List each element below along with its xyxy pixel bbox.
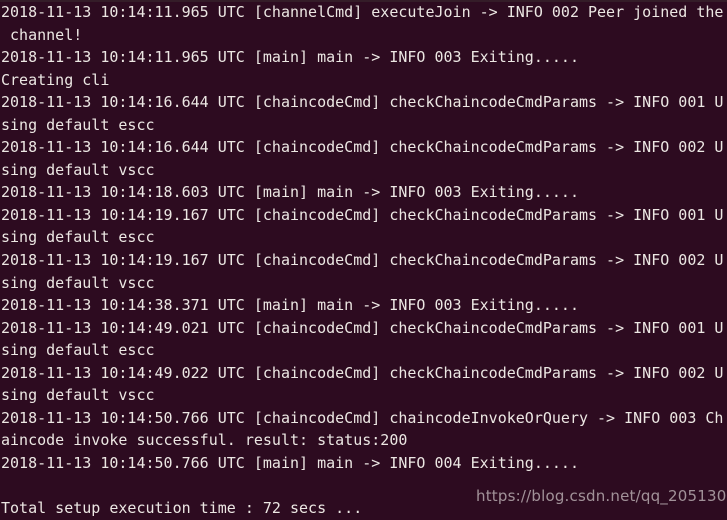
terminal-line: sing default escc	[1, 341, 155, 360]
terminal-line: aincode invoke successful. result: statu…	[1, 431, 408, 450]
terminal-output: 2018-11-13 10:14:11.965 UTC [channelCmd]…	[1, 1, 727, 520]
terminal-line: 2018-11-13 10:14:19.167 UTC [chaincodeCm…	[1, 251, 724, 270]
terminal-line: 2018-11-13 10:14:50.766 UTC [chaincodeCm…	[1, 408, 724, 427]
terminal-line: sing default vscc	[1, 160, 155, 179]
terminal-line: 2018-11-13 10:14:19.167 UTC [chaincodeCm…	[1, 205, 724, 224]
terminal-line: sing default vscc	[1, 386, 155, 405]
terminal-line: sing default escc	[1, 115, 155, 134]
terminal-line: channel!	[1, 25, 83, 44]
terminal-line: 2018-11-13 10:14:49.021 UTC [chaincodeCm…	[1, 318, 724, 337]
terminal-line: 2018-11-13 10:14:11.965 UTC [channelCmd]…	[1, 3, 724, 21]
terminal-line: sing default vscc	[1, 273, 155, 292]
terminal-window[interactable]: 2018-11-13 10:14:11.965 UTC [channelCmd]…	[0, 0, 727, 520]
terminal-line: 2018-11-13 10:14:11.965 UTC [main] main …	[1, 48, 579, 67]
terminal-line: Creating cli	[1, 70, 110, 89]
terminal-line: 2018-11-13 10:14:50.766 UTC [main] main …	[1, 453, 579, 472]
terminal-line: 2018-11-13 10:14:49.022 UTC [chaincodeCm…	[1, 363, 724, 382]
terminal-line: 2018-11-13 10:14:38.371 UTC [main] main …	[1, 296, 579, 315]
terminal-line: sing default escc	[1, 228, 155, 247]
terminal-line: Total setup execution time : 72 secs ...	[1, 499, 363, 518]
terminal-line: 2018-11-13 10:14:16.644 UTC [chaincodeCm…	[1, 138, 724, 157]
terminal-line: 2018-11-13 10:14:16.644 UTC [chaincodeCm…	[1, 93, 724, 112]
terminal-line: 2018-11-13 10:14:18.603 UTC [main] main …	[1, 183, 579, 202]
